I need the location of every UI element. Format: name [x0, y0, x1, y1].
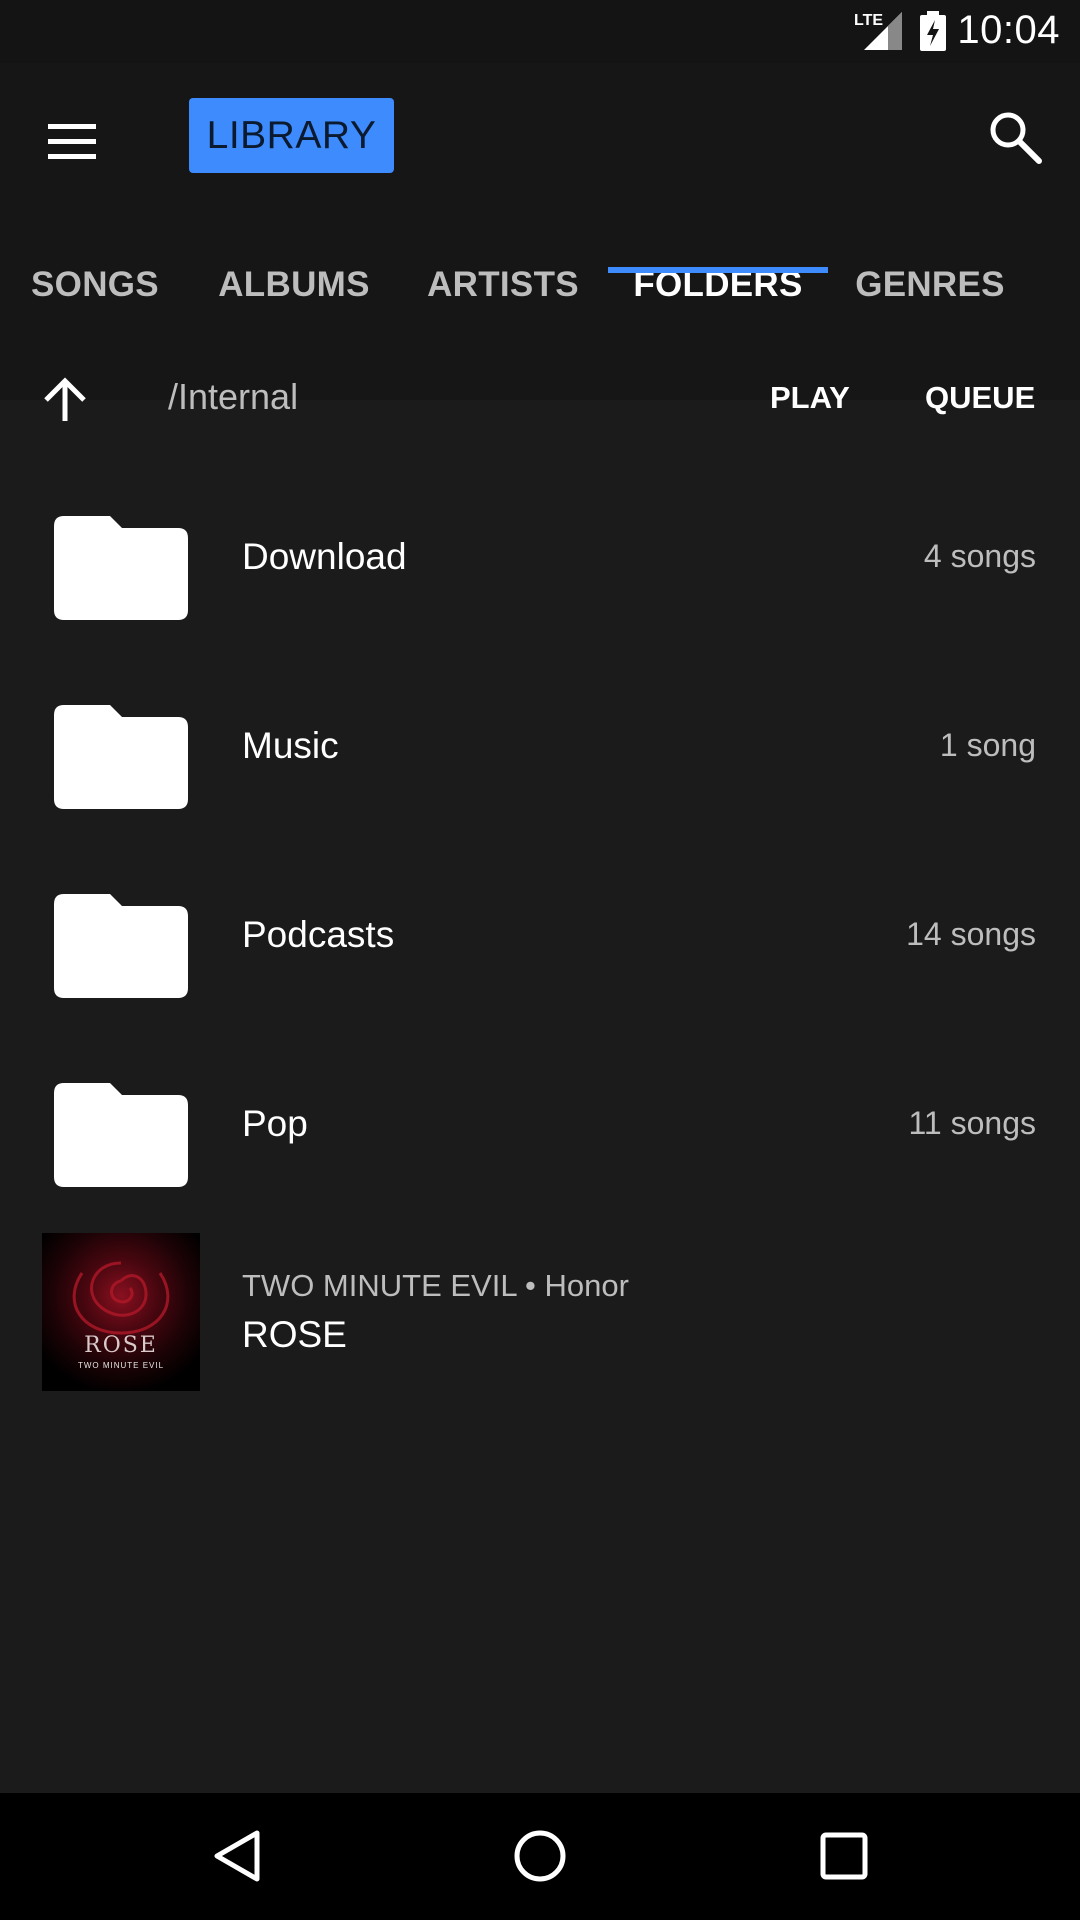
album-art-subtitle: TWO MINUTE EVIL: [77, 1361, 165, 1370]
folder-icon: [54, 894, 188, 998]
song-item[interactable]: ROSE TWO MINUTE EVIL TWO MINUTE EVIL • H…: [0, 1230, 1080, 1391]
list-item[interactable]: Download 4 songs: [0, 460, 1080, 649]
signal-icon: [864, 12, 902, 50]
folder-song-count: 4 songs: [923, 538, 1036, 574]
tab-songs[interactable]: SONGS: [20, 235, 170, 335]
folder-name: Music: [242, 725, 339, 766]
list-item[interactable]: Pop 11 songs: [0, 1027, 1080, 1216]
folder-song-count: 11 songs: [908, 1105, 1037, 1141]
folder-icon: [54, 1083, 188, 1187]
folder-path-bar: /Internal PLAY QUEUE: [0, 340, 1080, 460]
home-icon[interactable]: [507, 1823, 573, 1889]
queue-button[interactable]: QUEUE: [925, 380, 1035, 416]
battery-charging-icon: [920, 11, 946, 51]
folder-name: Download: [242, 536, 407, 577]
list-item[interactable]: Music 1 song: [0, 649, 1080, 838]
folder-icon: [54, 516, 188, 620]
search-icon[interactable]: [985, 107, 1045, 167]
folder-song-count: 14 songs: [906, 916, 1036, 952]
list-item[interactable]: Podcasts 14 songs: [0, 838, 1080, 1027]
up-arrow-icon[interactable]: [40, 375, 90, 425]
folder-name: Pop: [242, 1103, 308, 1144]
status-bar: LTE 10:04: [0, 0, 1080, 63]
folder-name: Podcasts: [242, 914, 395, 955]
song-title: ROSE: [242, 1314, 347, 1355]
album-art: ROSE TWO MINUTE EVIL: [42, 1233, 200, 1391]
song-artist-album: TWO MINUTE EVIL • Honor: [242, 1268, 629, 1303]
tab-genres[interactable]: GENRES: [850, 235, 1010, 335]
current-path: /Internal: [168, 376, 299, 417]
navigation-bar: [0, 1793, 1080, 1920]
back-icon[interactable]: [203, 1823, 269, 1889]
tab-albums[interactable]: ALBUMS: [210, 235, 378, 335]
active-tab-indicator: [608, 267, 828, 273]
menu-icon[interactable]: [44, 117, 102, 167]
tab-folders[interactable]: FOLDERS: [608, 235, 828, 335]
album-art-title: ROSE: [84, 1333, 158, 1358]
tab-bar: SONGS ALBUMS ARTISTS FOLDERS GENRES: [0, 235, 1080, 335]
tab-artists[interactable]: ARTISTS: [418, 235, 588, 335]
library-title[interactable]: LIBRARY: [189, 98, 394, 173]
folder-icon: [54, 705, 188, 809]
clock: 10:04: [957, 8, 1060, 52]
recents-icon[interactable]: [811, 1823, 877, 1889]
folder-song-count: 1 song: [939, 727, 1036, 763]
play-button[interactable]: PLAY: [770, 380, 850, 416]
